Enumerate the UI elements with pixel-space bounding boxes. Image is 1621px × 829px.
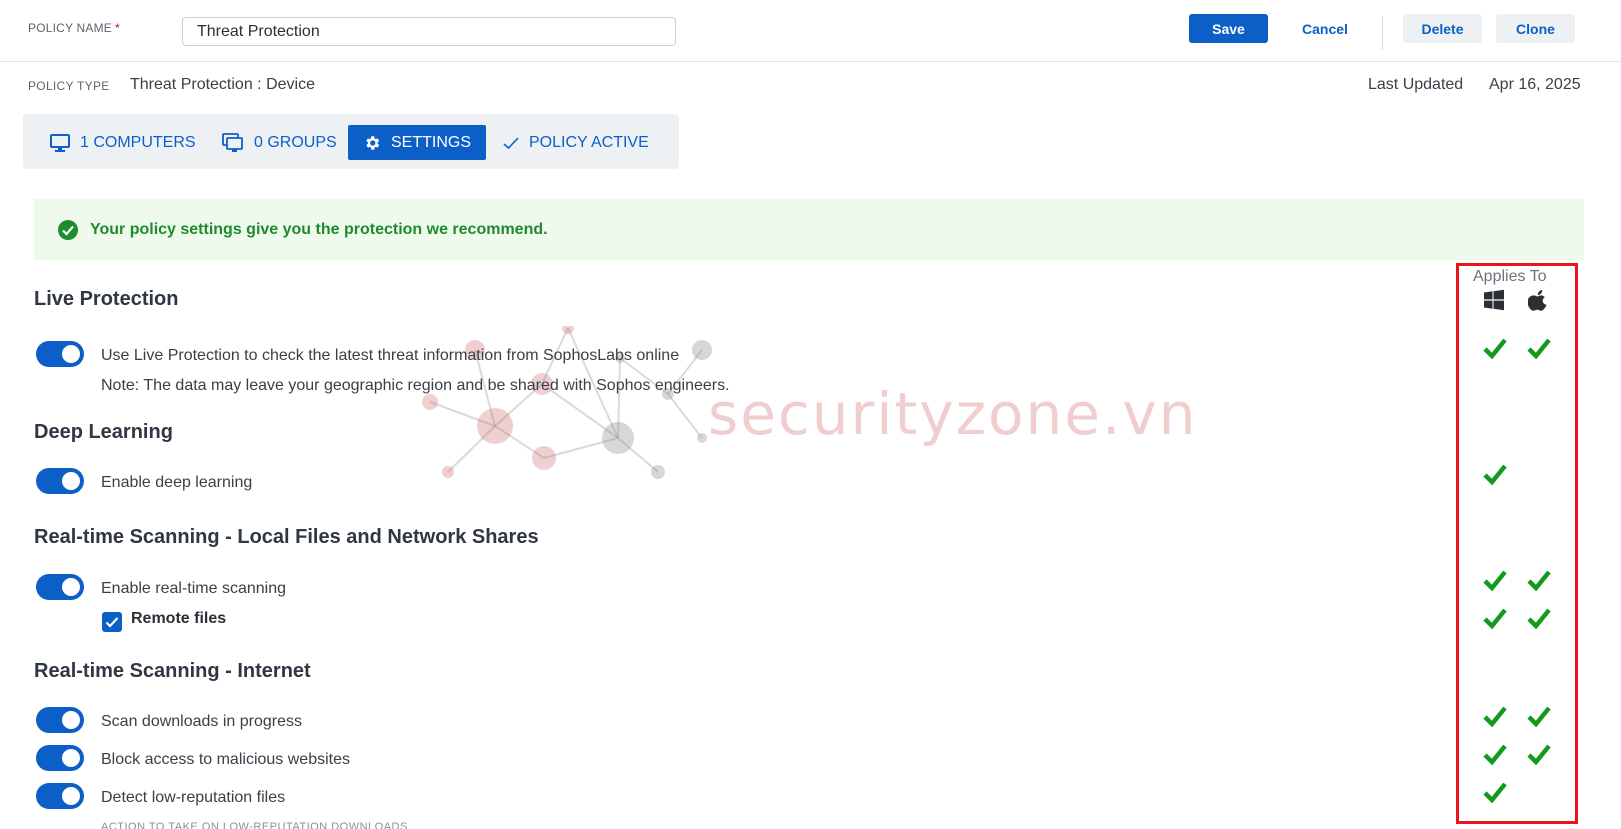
policy-tabs: 1 COMPUTERS 0 GROUPS SETTINGS POLICY ACT… xyxy=(23,114,679,169)
section-heading-deep-learning: Deep Learning xyxy=(34,421,173,443)
tab-settings-label: SETTINGS xyxy=(390,133,471,151)
tab-policy-active[interactable]: POLICY ACTIVE xyxy=(503,125,649,160)
remote-files-mac-check-icon xyxy=(1527,607,1551,634)
last-updated-value: Apr 16, 2025 xyxy=(1489,76,1581,93)
recommendation-banner: Your policy settings give you the protec… xyxy=(34,199,1584,260)
tab-computers[interactable]: 1 COMPUTERS xyxy=(50,125,196,160)
windows-icon xyxy=(1484,289,1504,311)
realtime-scanning-windows-check-icon xyxy=(1483,569,1507,596)
cancel-button[interactable]: Cancel xyxy=(1290,14,1360,43)
tab-settings[interactable]: SETTINGS xyxy=(348,125,486,160)
low-reputation-action-heading: ACTION TO TAKE ON LOW-REPUTATION DOWNLOA… xyxy=(101,821,408,829)
tab-policy-active-label: POLICY ACTIVE xyxy=(529,133,649,151)
policy-header: POLICY NAME* Save Cancel Delete Clone xyxy=(0,0,1621,62)
block-malicious-websites-windows-check-icon xyxy=(1483,743,1507,770)
groups-icon xyxy=(222,132,243,152)
detect-low-reputation-windows-check-icon xyxy=(1483,781,1507,808)
last-updated-label: Last Updated xyxy=(1368,76,1464,93)
tab-groups-label: 0 GROUPS xyxy=(254,133,337,151)
banner-message: Your policy settings give you the protec… xyxy=(90,220,548,238)
realtime-scanning-mac-check-icon xyxy=(1527,569,1551,596)
detect-low-reputation-label: Detect low-reputation files xyxy=(101,789,286,806)
block-malicious-websites-label: Block access to malicious websites xyxy=(101,751,350,768)
watermark-text: securityzone.vn xyxy=(708,380,1198,448)
detect-low-reputation-toggle[interactable] xyxy=(36,783,84,809)
required-mark: * xyxy=(115,21,120,35)
delete-button[interactable]: Delete xyxy=(1403,14,1482,43)
policy-name-label: POLICY NAME * xyxy=(28,21,120,35)
clone-button[interactable]: Clone xyxy=(1496,14,1575,43)
remote-files-checkbox[interactable] xyxy=(102,612,122,632)
scan-downloads-toggle[interactable] xyxy=(36,707,84,733)
remote-files-label: Remote files xyxy=(131,610,227,627)
realtime-scanning-option-label: Enable real-time scanning xyxy=(101,580,286,597)
applies-to-highlight-box xyxy=(1456,263,1578,824)
live-protection-option-label: Use Live Protection to check the latest … xyxy=(101,347,680,364)
toolbar-divider xyxy=(1382,16,1383,50)
scan-downloads-mac-check-icon xyxy=(1527,705,1551,732)
live-protection-windows-check-icon xyxy=(1483,337,1507,364)
tab-computers-label: 1 COMPUTERS xyxy=(80,133,196,151)
live-protection-mac-check-icon xyxy=(1527,337,1551,364)
block-malicious-websites-mac-check-icon xyxy=(1527,743,1551,770)
section-heading-realtime-internet: Real-time Scanning - Internet xyxy=(34,660,311,682)
check-circle-icon xyxy=(58,219,78,240)
deep-learning-option-label: Enable deep learning xyxy=(101,474,253,491)
block-malicious-websites-toggle[interactable] xyxy=(36,745,84,771)
checkbox-check-icon xyxy=(105,617,119,628)
policy-type-value: Threat Protection : Device xyxy=(130,76,315,93)
policy-name-label-text: POLICY NAME xyxy=(28,21,113,35)
deep-learning-windows-check-icon xyxy=(1483,463,1507,490)
apple-icon xyxy=(1528,290,1547,311)
monitor-icon xyxy=(50,133,70,152)
remote-files-windows-check-icon xyxy=(1483,607,1507,634)
live-protection-toggle[interactable] xyxy=(36,341,84,367)
deep-learning-toggle[interactable] xyxy=(36,468,84,494)
gear-icon xyxy=(366,135,380,150)
applies-to-title: Applies To xyxy=(1473,268,1547,285)
section-heading-realtime-local: Real-time Scanning - Local Files and Net… xyxy=(34,526,539,548)
save-button[interactable]: Save xyxy=(1189,14,1268,43)
check-icon xyxy=(503,136,519,149)
policy-type-label: POLICY TYPE xyxy=(28,79,110,93)
scan-downloads-label: Scan downloads in progress xyxy=(101,713,303,730)
tab-groups[interactable]: 0 GROUPS xyxy=(222,125,337,160)
policy-name-input[interactable] xyxy=(182,17,676,46)
scan-downloads-windows-check-icon xyxy=(1483,705,1507,732)
section-heading-live-protection: Live Protection xyxy=(34,288,179,310)
realtime-scanning-toggle[interactable] xyxy=(36,574,84,600)
live-protection-note: Note: The data may leave your geographic… xyxy=(101,377,730,394)
